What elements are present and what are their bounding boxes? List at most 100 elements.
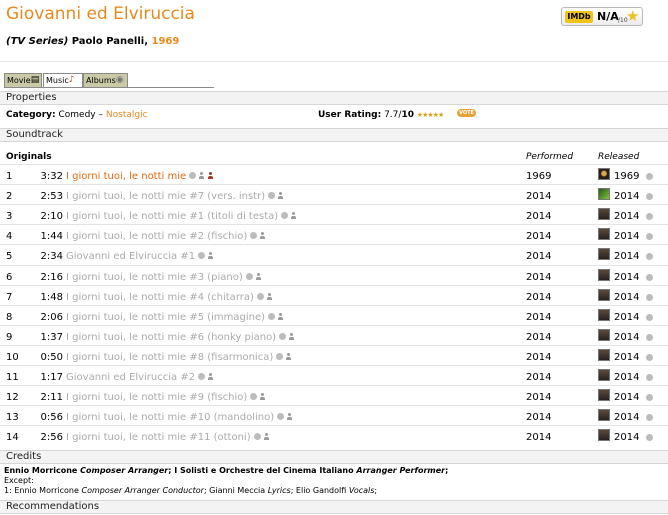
info-icon[interactable]	[279, 332, 287, 340]
info-icon[interactable]	[646, 333, 653, 341]
info-icon[interactable]	[646, 414, 653, 422]
album-cover-thumbnail[interactable]	[598, 168, 610, 180]
track-title[interactable]: I giorni tuoi, le notti mie #5 (immagine…	[66, 312, 265, 323]
track-title[interactable]: I giorni tuoi, le notti mie #1 (titoli d…	[66, 211, 278, 222]
tab-movie[interactable]: Movie▤	[4, 73, 42, 88]
person-icon[interactable]	[290, 212, 297, 220]
table-row[interactable]: 9 1:37 I giorni tuoi, le notti mie #6 (hon…	[0, 324, 668, 345]
person-icon[interactable]	[286, 413, 293, 421]
table-row[interactable]: 8 2:06 I giorni tuoi, le notti mie #5 (imm…	[0, 304, 668, 325]
track-title[interactable]: I giorni tuoi, le notti mie #11 (ottoni)	[66, 432, 251, 443]
person-icon[interactable]	[277, 192, 284, 200]
credit-person[interactable]: 1: Ennio Morricone	[4, 486, 79, 495]
info-icon[interactable]	[646, 193, 653, 201]
table-row[interactable]: 2 2:53 I giorni tuoi, le notti mie #7 (ver…	[0, 184, 668, 204]
track-title[interactable]: I giorni tuoi, le notti mie #7 (vers. in…	[66, 191, 265, 202]
track-title[interactable]: I giorni tuoi, le notti mie #9 (fischio)	[66, 392, 247, 403]
info-icon[interactable]	[250, 232, 258, 240]
track-released: 2014	[614, 432, 640, 444]
info-icon[interactable]	[646, 394, 653, 402]
album-cover-thumbnail[interactable]	[598, 188, 610, 201]
track-title[interactable]: Giovanni ed Elviruccia #1	[66, 251, 195, 262]
track-title[interactable]: I giorni tuoi, le notti mie #3 (piano)	[66, 272, 243, 283]
person-icon[interactable]	[207, 373, 214, 380]
album-cover-thumbnail[interactable]	[598, 429, 610, 442]
table-row[interactable]: 14 2:56 I giorni tuoi, le notti mie #11 (o…	[0, 425, 668, 445]
tab-albums[interactable]: Albums◉	[83, 73, 128, 88]
info-icon[interactable]	[646, 173, 653, 180]
info-icon[interactable]	[646, 273, 653, 281]
table-row[interactable]: 5 2:34 Giovanni ed Elviruccia #1 2014 2014	[0, 244, 668, 264]
info-icon[interactable]	[245, 272, 253, 280]
person-icon[interactable]	[255, 272, 262, 280]
album-cover-thumbnail[interactable]	[598, 268, 610, 281]
info-icon[interactable]	[198, 373, 206, 380]
person-icon[interactable]	[259, 232, 266, 240]
track-title[interactable]: Giovanni ed Elviruccia #2	[66, 372, 195, 383]
info-icon[interactable]	[646, 313, 653, 321]
credit-person[interactable]: ; Gianni Meccia	[204, 486, 265, 495]
info-icon[interactable]	[281, 212, 289, 220]
info-icon[interactable]	[277, 413, 285, 421]
album-cover-thumbnail[interactable]	[598, 288, 610, 301]
info-icon[interactable]	[646, 293, 653, 301]
info-icon[interactable]	[646, 213, 653, 221]
track-title-cell: I giorni tuoi, le notti mie #5 (immagine…	[66, 312, 284, 323]
category-link[interactable]: Nostalgic	[106, 110, 148, 120]
album-cover-thumbnail[interactable]	[598, 228, 610, 241]
info-icon[interactable]	[253, 433, 261, 441]
info-icon[interactable]	[268, 192, 276, 200]
table-row[interactable]: 3 2:10 I giorni tuoi, le notti mie #1 (tit…	[0, 204, 668, 224]
album-cover-thumbnail[interactable]	[598, 248, 610, 261]
info-icon[interactable]	[646, 253, 653, 261]
info-icon[interactable]	[646, 233, 653, 241]
info-icon[interactable]	[268, 312, 276, 320]
table-row[interactable]: 4 1:44 I giorni tuoi, le notti mie #2 (fis…	[0, 224, 668, 244]
tab-music[interactable]: Music♪	[43, 73, 83, 88]
table-row[interactable]: 12 2:11 I giorni tuoi, le notti mie #9 (fi…	[0, 385, 668, 405]
table-row[interactable]: 11 1:17 Giovanni ed Elviruccia #2 2014 2014	[0, 365, 668, 385]
person-icon[interactable]	[198, 172, 205, 179]
track-title[interactable]: I giorni tuoi, le notti mie #4 (chitarra…	[66, 292, 254, 303]
info-icon[interactable]	[646, 374, 653, 381]
table-row[interactable]: 13 0:56 I giorni tuoi, le notti mie #10 (m…	[0, 405, 668, 425]
info-icon[interactable]	[250, 393, 258, 401]
credit-person[interactable]: Ennio Morricone	[4, 466, 77, 475]
person-icon[interactable]	[207, 252, 214, 260]
person-icon[interactable]	[259, 393, 266, 401]
credit-person[interactable]: ; Elio Gandolfi	[291, 486, 347, 495]
track-title[interactable]: I giorni tuoi, le notti mie #8 (fisarmon…	[66, 352, 273, 363]
album-cover-thumbnail[interactable]	[598, 389, 610, 402]
album-cover-thumbnail[interactable]	[598, 308, 610, 321]
year-link[interactable]: 1969	[151, 36, 179, 47]
album-cover-thumbnail[interactable]	[598, 348, 610, 361]
person-icon[interactable]	[288, 332, 295, 340]
album-cover-thumbnail[interactable]	[598, 409, 610, 422]
vote-button[interactable]: VOTE	[457, 109, 476, 117]
person-icon[interactable]	[263, 433, 270, 441]
credit-person[interactable]: ; I Solisti e Orchestre del Cinema Itali…	[168, 466, 353, 475]
person-icon[interactable]	[285, 352, 292, 360]
track-title[interactable]: I giorni tuoi, le notti mie	[66, 171, 186, 182]
info-icon[interactable]	[276, 352, 284, 360]
track-title[interactable]: I giorni tuoi, le notti mie #10 (mandoli…	[66, 412, 274, 423]
track-title[interactable]: I giorni tuoi, le notti mie #6 (honky pi…	[66, 332, 276, 343]
table-row[interactable]: 1 3:32 I giorni tuoi, le notti mie 1969 1969	[0, 164, 668, 184]
info-icon[interactable]	[646, 434, 653, 442]
track-title[interactable]: I giorni tuoi, le notti mie #2 (fischio)	[66, 231, 247, 242]
imdb-rating-badge[interactable]: IMDb N/A /10 ★	[561, 7, 643, 26]
album-cover-thumbnail[interactable]	[598, 208, 610, 221]
table-row[interactable]: 7 1:48 I giorni tuoi, le notti mie #4 (chi…	[0, 284, 668, 305]
info-icon[interactable]	[189, 172, 197, 179]
album-cover-thumbnail[interactable]	[598, 369, 610, 381]
person-icon[interactable]	[277, 312, 284, 320]
info-icon[interactable]	[256, 292, 264, 300]
album-cover-thumbnail[interactable]	[598, 328, 610, 341]
info-icon[interactable]	[198, 252, 206, 260]
person-icon[interactable]	[266, 292, 273, 300]
director-name[interactable]: Paolo Panelli,	[72, 36, 148, 47]
person-icon[interactable]	[207, 172, 214, 179]
table-row[interactable]: 6 2:16 I giorni tuoi, le notti mie #3 (pia…	[0, 264, 668, 285]
table-row[interactable]: 10 0:50 I giorni tuoi, le notti mie #8 (fi…	[0, 344, 668, 365]
info-icon[interactable]	[646, 353, 653, 361]
